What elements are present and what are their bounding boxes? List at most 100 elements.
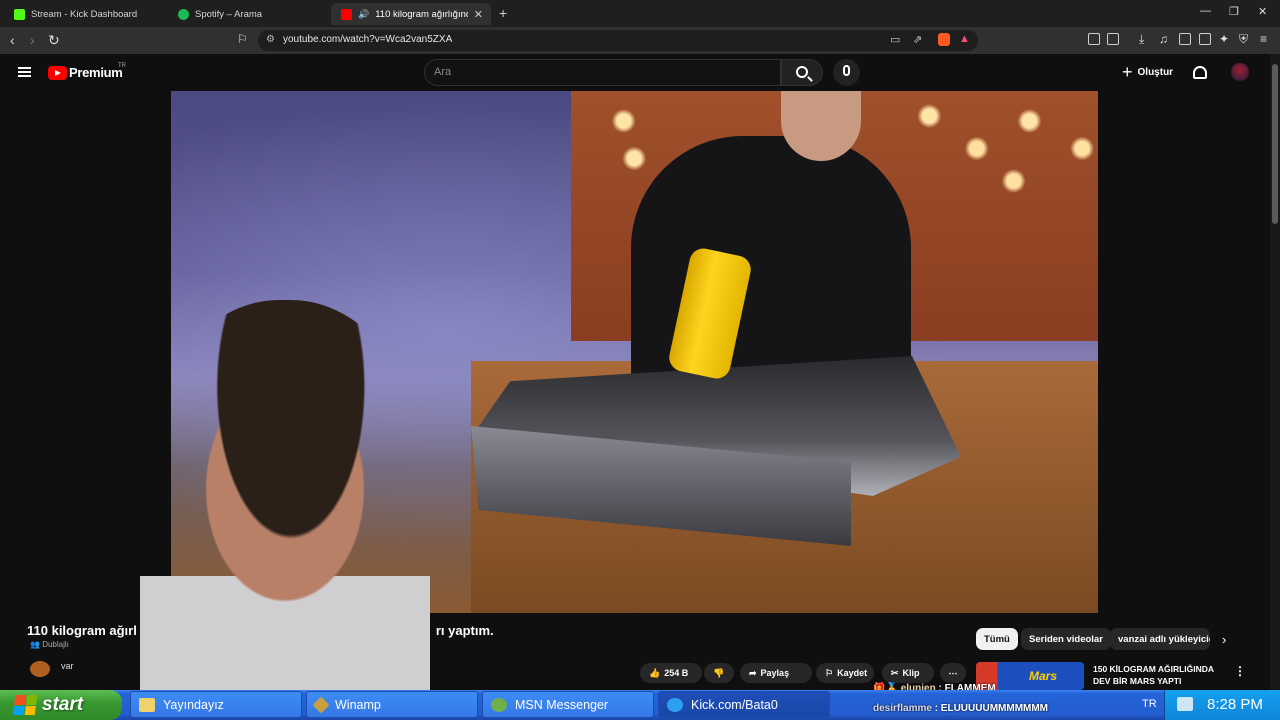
windows-logo-icon bbox=[12, 695, 38, 715]
windows-taskbar: start Yayındayız Winamp MSN Messenger Ki… bbox=[0, 690, 1280, 720]
create-label: Oluştur bbox=[1137, 66, 1174, 78]
search-icon bbox=[796, 66, 808, 78]
search-input[interactable] bbox=[434, 66, 764, 78]
bookmark-icon[interactable]: ⚐ bbox=[237, 32, 248, 46]
share-label: Paylaş bbox=[760, 668, 790, 678]
share-icon: ➦ bbox=[749, 667, 757, 678]
more-actions-button[interactable]: ⋯ bbox=[940, 663, 966, 683]
address-bar-row: ‹ › ↻ ⚐ ⚙ youtube.com/watch?v=Wca2van5ZX… bbox=[0, 27, 1280, 54]
minimize-button[interactable]: — bbox=[1200, 5, 1211, 17]
site-info-icon[interactable]: ⚙ bbox=[266, 34, 275, 45]
recommendation-more-icon[interactable]: ⋮ bbox=[1234, 664, 1246, 678]
back-button[interactable]: ‹ bbox=[10, 32, 15, 48]
dubbed-icon: 👥 bbox=[30, 640, 40, 649]
search-button[interactable] bbox=[781, 59, 823, 86]
notifications-bell-icon[interactable] bbox=[1193, 66, 1207, 79]
dubbed-badge: 👥 Dublajlı bbox=[30, 640, 69, 649]
share-page-icon[interactable]: ⇗ bbox=[913, 33, 922, 46]
brave-shield-icon[interactable] bbox=[938, 33, 950, 46]
browser-menu-icon[interactable]: ≡ bbox=[1260, 32, 1267, 46]
restore-button[interactable]: ❐ bbox=[1229, 5, 1239, 18]
video-title: 110 kilogram ağırl rı yaptım. bbox=[27, 623, 494, 638]
vpn-icon[interactable]: ⛨ bbox=[1239, 32, 1248, 47]
taskbar-item-winamp[interactable]: Winamp bbox=[306, 691, 478, 718]
tab-youtube-active[interactable]: 🔊 110 kilogram ağırlığında dev ✕ bbox=[331, 3, 491, 25]
spotify-icon bbox=[178, 8, 189, 20]
account-avatar[interactable] bbox=[1231, 63, 1249, 81]
channel-name[interactable]: var bbox=[61, 661, 74, 671]
kick-icon bbox=[14, 8, 25, 20]
tab-title: Stream - Kick Dashboard bbox=[31, 8, 138, 20]
youtube-logo-icon[interactable] bbox=[48, 66, 67, 80]
forward-button[interactable]: › bbox=[30, 32, 35, 48]
taskbar-item-label: Kick.com/Bata0 bbox=[691, 697, 778, 712]
like-button[interactable]: 👍 254 B bbox=[640, 663, 702, 683]
clock[interactable]: 8:28 PM bbox=[1207, 696, 1263, 713]
chip-series[interactable]: Seriden videolar bbox=[1021, 628, 1111, 650]
url-field[interactable]: ⚙ youtube.com/watch?v=Wca2van5ZXA ▭ ⇗ ▲ bbox=[258, 30, 978, 51]
chat-message: desirflamme : ELUUUUUMMMMMMM bbox=[873, 703, 1048, 714]
dubbed-label: Dublajlı bbox=[42, 640, 69, 649]
microphone-icon bbox=[843, 65, 850, 76]
save-label: Kaydet bbox=[837, 668, 868, 678]
scrollbar-thumb[interactable] bbox=[1272, 64, 1278, 224]
page-scrollbar[interactable] bbox=[1270, 54, 1280, 690]
system-tray: 8:28 PM bbox=[1164, 690, 1280, 720]
like-count: 254 B bbox=[664, 668, 689, 678]
ai-assistant-icon[interactable]: ✦ bbox=[1219, 32, 1229, 46]
tab-title: 110 kilogram ağırlığında dev bbox=[375, 8, 468, 20]
cast-icon[interactable]: ▭ bbox=[890, 33, 900, 46]
thumbs-up-icon: 👍 bbox=[649, 667, 661, 678]
start-button[interactable]: start bbox=[0, 690, 122, 720]
tab-kick-dashboard[interactable]: Stream - Kick Dashboard bbox=[4, 3, 164, 25]
screenshot-icon[interactable] bbox=[1107, 33, 1119, 45]
clip-label: Klip bbox=[902, 668, 920, 678]
folder-icon bbox=[139, 697, 155, 712]
extensions-icon[interactable] bbox=[1088, 33, 1100, 45]
taskbar-item-label: Yayındayız bbox=[163, 697, 224, 712]
download-icon[interactable]: ⤓ bbox=[1139, 32, 1144, 47]
chip-uploader[interactable]: vanzai adlı yükleyicid bbox=[1110, 628, 1210, 650]
network-icon[interactable] bbox=[1177, 697, 1193, 711]
taskbar-item-yayindayiz[interactable]: Yayındayız bbox=[130, 691, 302, 718]
bookmark-save-icon: ⚐ bbox=[825, 667, 834, 678]
save-button[interactable]: ⚐ Kaydet bbox=[816, 663, 874, 683]
taskbar-item-kick[interactable]: Kick.com/Bata0 bbox=[658, 691, 830, 718]
chat-text: : ELUUUUUMMMMMMM bbox=[934, 703, 1049, 714]
youtube-icon bbox=[341, 8, 352, 20]
new-tab-button[interactable]: + bbox=[499, 5, 507, 21]
plus-icon: + bbox=[1122, 61, 1133, 82]
music-icon[interactable]: ♫ bbox=[1159, 32, 1168, 46]
youtube-logo-text[interactable]: Premium bbox=[69, 65, 123, 80]
close-tab-icon[interactable]: ✕ bbox=[474, 8, 483, 21]
wallet-icon[interactable] bbox=[1199, 33, 1211, 45]
reload-button[interactable]: ↻ bbox=[48, 32, 60, 49]
voice-search-button[interactable] bbox=[833, 59, 860, 86]
chip-all[interactable]: Tümü bbox=[976, 628, 1018, 650]
edge-browser-icon bbox=[667, 697, 683, 712]
clip-button[interactable]: ✂ Klip bbox=[882, 663, 934, 683]
tab-spotify[interactable]: Spotify – Arama bbox=[168, 3, 328, 25]
chat-username: desirflamme bbox=[873, 703, 932, 714]
recommendation-title[interactable]: 150 KİLOGRAM AĞIRLIĞINDA DEV BİR MARS YA… bbox=[1093, 663, 1223, 687]
thumbs-down-icon: 👎 bbox=[713, 667, 725, 678]
share-button[interactable]: ➦ Paylaş bbox=[740, 663, 812, 683]
recommendation-thumbnail-brand: Mars bbox=[1029, 669, 1058, 683]
scissors-icon: ✂ bbox=[891, 667, 899, 678]
taskbar-item-label: MSN Messenger bbox=[515, 697, 609, 712]
close-window-button[interactable]: ✕ bbox=[1258, 5, 1267, 18]
youtube-header: Premium TR + Oluştur bbox=[0, 54, 1270, 91]
create-button[interactable]: + Oluştur bbox=[1114, 60, 1181, 84]
country-code: TR bbox=[118, 63, 126, 69]
tab-title: Spotify – Arama bbox=[195, 8, 263, 20]
taskbar-item-msn-messenger[interactable]: MSN Messenger bbox=[482, 691, 654, 718]
sidebar-icon[interactable] bbox=[1179, 33, 1191, 45]
language-indicator[interactable]: TR bbox=[1142, 698, 1157, 710]
channel-avatar[interactable] bbox=[30, 661, 50, 677]
search-box bbox=[424, 59, 781, 86]
dislike-button[interactable]: 👎 bbox=[704, 663, 734, 683]
chevron-right-icon[interactable]: › bbox=[1222, 632, 1226, 647]
url-text[interactable]: youtube.com/watch?v=Wca2van5ZXA bbox=[283, 34, 452, 45]
hamburger-menu-icon[interactable] bbox=[18, 67, 31, 77]
brave-rewards-icon[interactable]: ▲ bbox=[959, 33, 970, 45]
